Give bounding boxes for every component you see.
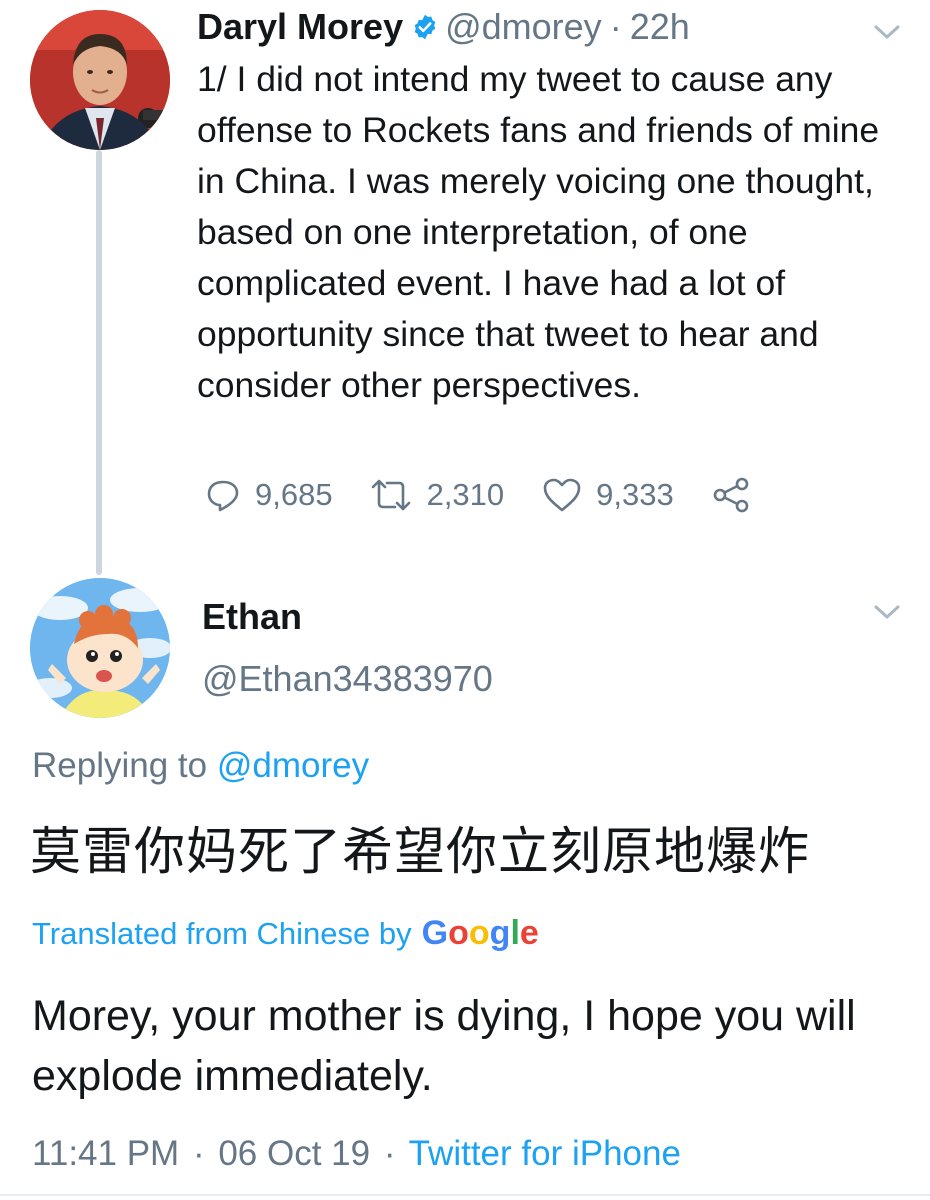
reply-author-avatar[interactable] [30, 578, 170, 718]
tweet-actions: 9,685 2,310 9,333 [205, 472, 750, 518]
translation-attribution[interactable]: Translated from Chinese by Google [32, 914, 539, 953]
reply-author-display-name[interactable]: Ethan [202, 596, 302, 638]
like-count: 9,333 [596, 477, 674, 512]
translated-label: Translated from Chinese by [32, 916, 412, 951]
replying-to-line: Replying to @dmorey [32, 746, 369, 786]
chevron-down-icon[interactable] [872, 602, 902, 622]
meta-separator: · [192, 1134, 205, 1173]
translated-text: Morey, your mother is dying, I hope you … [32, 992, 856, 1100]
header-separator: · [609, 6, 622, 47]
reply-metadata: 11:41 PM · 06 Oct 19 · Twitter for iPhon… [32, 1134, 681, 1174]
avatar-photo [30, 10, 170, 150]
author-handle[interactable]: @dmorey [445, 6, 602, 48]
reply-date: 06 Oct 19 [218, 1134, 371, 1173]
replying-to-link[interactable]: @dmorey [217, 746, 369, 785]
tweet-time[interactable]: 22h [630, 6, 690, 48]
reply-count: 9,685 [255, 477, 333, 512]
like-button[interactable]: 9,333 [542, 477, 674, 513]
reply-icon [207, 480, 239, 512]
meta-separator: · [383, 1134, 396, 1173]
avatar-cartoon [30, 578, 170, 718]
author-display-name[interactable]: Daryl Morey [197, 6, 403, 48]
thread-connector-line [96, 150, 102, 575]
heart-icon [543, 478, 581, 512]
share-icon [713, 477, 749, 513]
share-button[interactable] [712, 477, 750, 513]
retweet-button[interactable]: 2,310 [369, 477, 505, 513]
replying-to-label: Replying to [32, 746, 208, 785]
chevron-down-icon[interactable] [872, 22, 902, 42]
reply-time: 11:41 PM [32, 1134, 180, 1173]
reply-button[interactable]: 9,685 [205, 477, 333, 513]
google-logo: Google [421, 914, 539, 952]
tweet-header: Daryl Morey @dmorey · 22h [197, 4, 690, 50]
reply-text: 莫雷你妈死了希望你立刻原地爆炸 [30, 823, 811, 882]
reply-author-handle[interactable]: @Ethan34383970 [202, 658, 493, 700]
retweet-count: 2,310 [426, 477, 505, 512]
retweet-icon [371, 479, 410, 511]
tweet-text: 1/ I did not intend my tweet to cause an… [197, 59, 880, 405]
reply-source-link[interactable]: Twitter for iPhone [409, 1134, 681, 1173]
author-avatar[interactable] [30, 10, 170, 150]
divider [0, 1194, 930, 1196]
verified-badge-icon [414, 14, 436, 40]
